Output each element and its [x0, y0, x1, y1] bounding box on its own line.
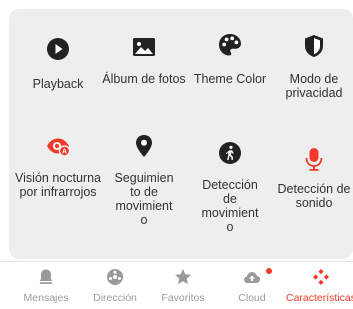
tab-caracteristicas[interactable]: Características: [286, 268, 353, 304]
photo-icon: [133, 38, 155, 56]
microphone-icon: [305, 148, 323, 171]
feature-motion-tracking[interactable]: Seguimiento de movimiento: [101, 133, 187, 227]
tab-label: Cloud: [238, 292, 266, 304]
feature-photo-album[interactable]: Álbum de fotos: [101, 34, 187, 86]
shield-icon: [305, 35, 323, 57]
app-screen: Playback Álbum de fotos Theme Color Modo…: [0, 0, 353, 309]
feature-motion-detection[interactable]: Detección de movimiento: [187, 140, 273, 234]
feature-label: Seguimiento de movimiento: [114, 171, 174, 227]
tab-label: Características: [286, 292, 353, 304]
tab-favoritos[interactable]: Favoritos: [148, 268, 218, 304]
feature-sound-detection[interactable]: Detección de sonido: [271, 146, 353, 210]
feature-label: Modo de privacidad: [285, 72, 343, 100]
steering-icon: [107, 269, 123, 285]
feature-playback[interactable]: Playback: [15, 36, 101, 91]
feature-label: Álbum de fotos: [102, 72, 186, 86]
night-vision-icon: A: [47, 138, 71, 157]
bell-icon: [39, 269, 53, 284]
location-pin-icon: [136, 135, 152, 157]
tab-label: Favoritos: [161, 292, 205, 304]
feature-privacy-mode[interactable]: Modo de privacidad: [271, 33, 353, 100]
tab-label: Mensajes: [23, 292, 69, 304]
feature-night-vision[interactable]: A Visión nocturna por infrarrojos: [15, 133, 101, 199]
walking-person-icon: [219, 142, 241, 164]
bottom-tab-bar: Mensajes Dirección Favoritos Cloud Carac…: [0, 261, 353, 309]
palette-icon: [219, 34, 241, 56]
play-icon: [47, 38, 69, 60]
features-icon: [313, 269, 329, 285]
cloud-upload-icon: [244, 272, 260, 283]
star-icon: [175, 269, 191, 285]
feature-label: Detección de movimiento: [201, 178, 259, 234]
cloud-notification-dot: [266, 268, 272, 274]
feature-label: Detección de sonido: [277, 182, 351, 210]
svg-text:A: A: [62, 149, 67, 156]
feature-label: Theme Color: [193, 72, 267, 86]
features-panel: Playback Álbum de fotos Theme Color Modo…: [9, 9, 353, 259]
feature-theme-color[interactable]: Theme Color: [187, 32, 273, 86]
tab-mensajes[interactable]: Mensajes: [11, 268, 81, 304]
feature-label: Playback: [32, 77, 84, 91]
tab-direccion[interactable]: Dirección: [80, 268, 150, 304]
feature-label: Visión nocturna por infrarrojos: [15, 171, 101, 199]
tab-cloud[interactable]: Cloud: [217, 268, 287, 304]
tab-label: Dirección: [93, 292, 137, 304]
